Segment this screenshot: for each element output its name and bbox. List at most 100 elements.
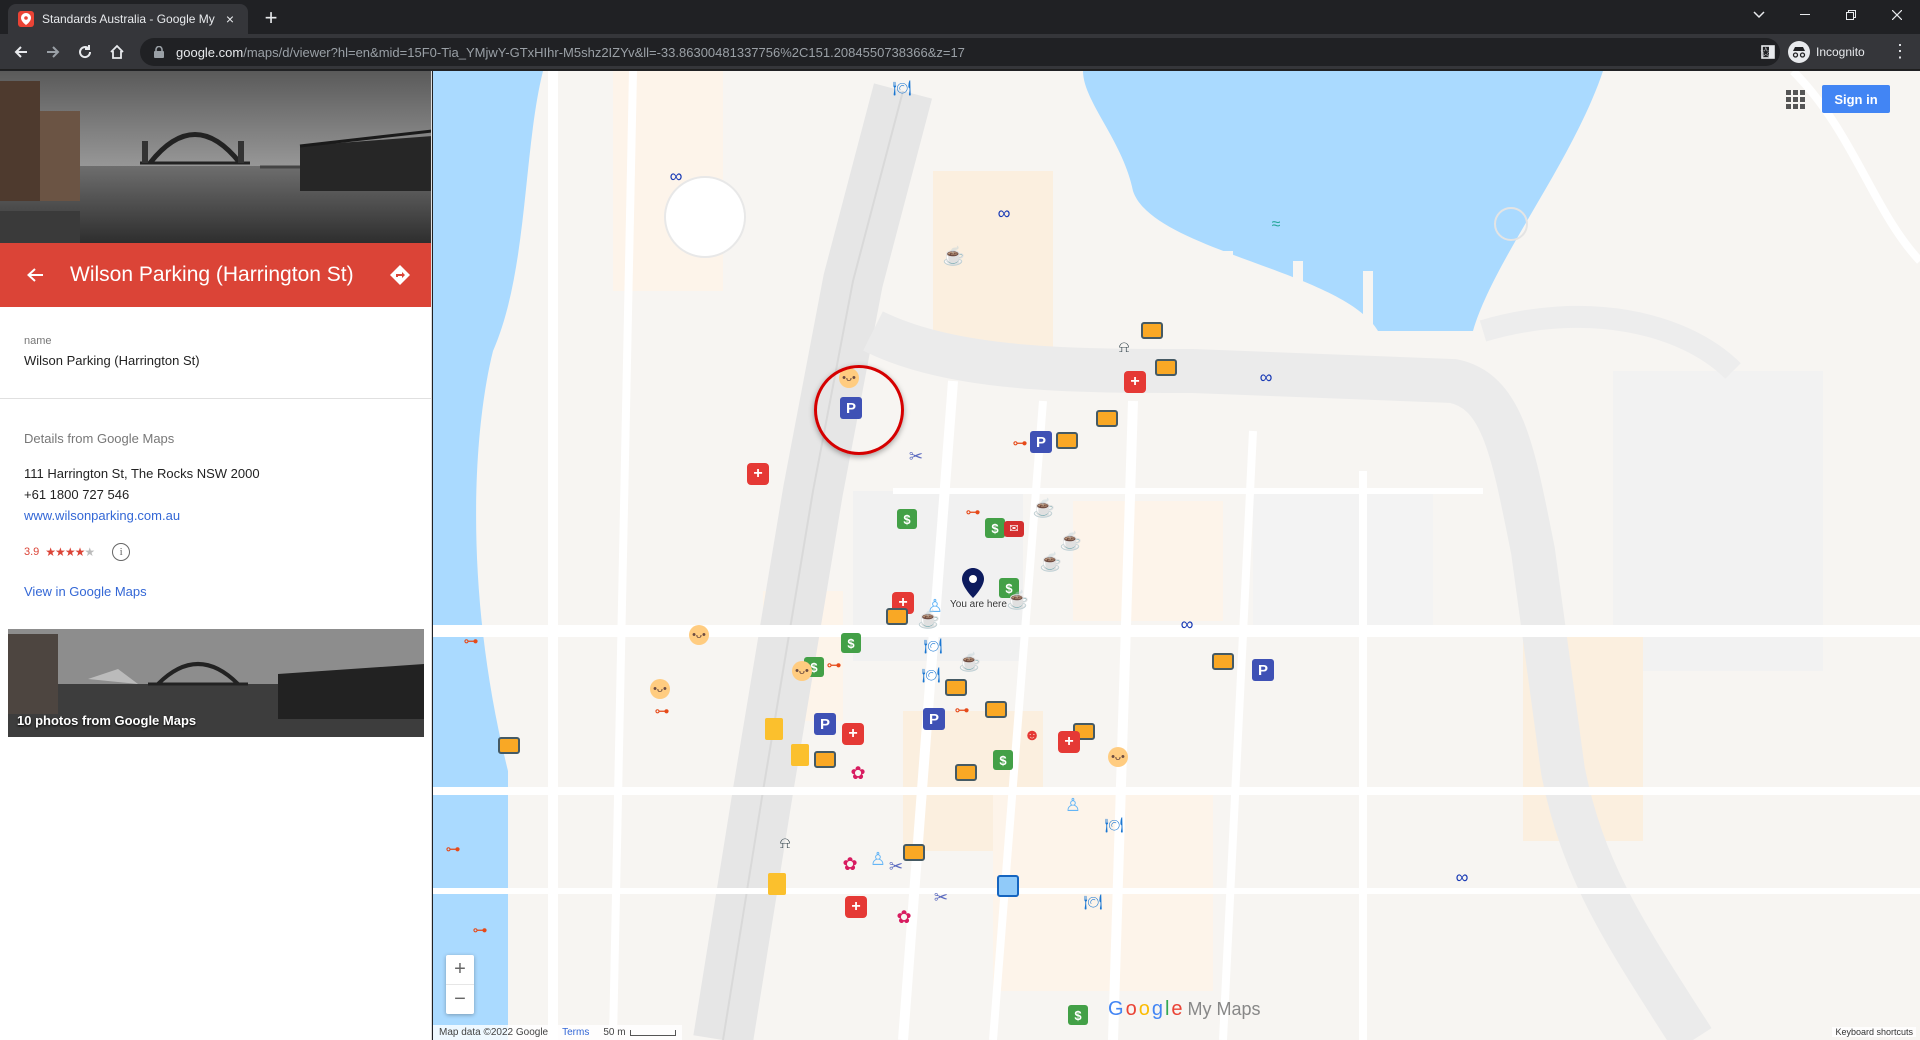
briefcase-icon[interactable] [1212, 653, 1234, 670]
restore-icon[interactable] [1828, 0, 1874, 30]
dentist-icon[interactable]: ♙ [1061, 793, 1085, 817]
mail-icon[interactable]: ✉ [1004, 521, 1024, 537]
gym-icon[interactable]: ⊶ [468, 918, 492, 942]
medical-icon[interactable]: + [845, 896, 867, 918]
place-hero-photo[interactable] [0, 71, 431, 243]
briefcase-icon[interactable] [1056, 432, 1078, 449]
florist-icon[interactable]: ✿ [846, 761, 870, 785]
tram-icon[interactable]: ⍾ [773, 832, 797, 856]
binoculars-icon[interactable]: ∞ [1175, 612, 1199, 636]
tram-icon[interactable]: ⍾ [1112, 336, 1136, 360]
scale-bar[interactable]: 50 m [603, 1027, 676, 1038]
parking-icon[interactable]: P [923, 708, 945, 730]
briefcase-icon[interactable] [955, 764, 977, 781]
gym-icon[interactable]: ⊶ [459, 629, 483, 653]
shopping-icon[interactable] [765, 718, 783, 740]
baby-icon[interactable]: •ᴗ• [650, 679, 670, 699]
briefcase-icon[interactable] [886, 608, 908, 625]
parking-icon[interactable]: P [1252, 659, 1274, 681]
restaurant-icon[interactable]: 🍽 [1102, 813, 1126, 837]
briefcase-icon[interactable] [498, 737, 520, 754]
back-arrow-icon[interactable] [8, 39, 34, 65]
zoom-out-button[interactable]: − [446, 985, 474, 1014]
gym-icon[interactable]: ⊶ [441, 837, 465, 861]
briefcase-icon[interactable] [1155, 359, 1177, 376]
cafe-icon[interactable]: ☕ [917, 607, 941, 631]
gym-icon[interactable]: ⊶ [822, 653, 846, 677]
florist-icon[interactable]: ✿ [838, 852, 862, 876]
gym-icon[interactable]: ⊶ [1008, 431, 1032, 455]
gym-icon[interactable]: ⊶ [961, 500, 985, 524]
baby-icon[interactable]: •ᴗ• [689, 625, 709, 645]
briefcase-icon[interactable] [1141, 322, 1163, 339]
tab-search-icon[interactable] [1736, 0, 1782, 30]
cafe-icon[interactable]: ☕ [1039, 550, 1063, 574]
apps-grid-icon[interactable] [1783, 87, 1807, 111]
shopping-icon[interactable] [768, 873, 786, 895]
medical-icon[interactable]: + [1058, 731, 1080, 753]
cash-icon[interactable]: $ [1068, 1005, 1088, 1025]
swimming-icon[interactable]: ≈ [1264, 213, 1288, 237]
zoom-in-button[interactable]: + [446, 955, 474, 984]
scissors-icon[interactable]: ✂ [904, 444, 928, 468]
new-tab-button[interactable]: + [258, 6, 284, 32]
you-are-here-pin-icon[interactable] [962, 568, 984, 598]
address-bar[interactable]: google.com/maps/d/viewer?hl=en&mid=15F0-… [140, 38, 1780, 66]
close-window-icon[interactable] [1874, 0, 1920, 30]
forward-arrow-icon[interactable] [40, 39, 66, 65]
reload-icon[interactable] [72, 39, 98, 65]
briefcase-icon[interactable] [903, 844, 925, 861]
map-canvas[interactable]: 🍽 ∞ ∞ ☕ ≈ ⍾ + ∞ •ᴗ• P ⊶ P ✂ + ⊶ ☕ $ $ ✉ … [433, 71, 1920, 1040]
medical-icon[interactable]: + [747, 463, 769, 485]
info-icon[interactable]: i [112, 543, 131, 561]
health-icon[interactable]: ☻ [1020, 724, 1044, 748]
briefcase-icon[interactable] [945, 679, 967, 696]
restaurant-icon[interactable]: 🍽 [919, 663, 943, 687]
parking-icon[interactable]: P [1030, 431, 1052, 453]
baby-icon[interactable]: •ᴗ• [792, 661, 812, 681]
binoculars-icon[interactable]: ∞ [1450, 865, 1474, 889]
cash-icon[interactable]: $ [993, 750, 1013, 770]
cafe-icon[interactable]: ☕ [1032, 496, 1056, 520]
view-in-google-maps-link[interactable]: View in Google Maps [24, 584, 147, 599]
cash-icon[interactable]: $ [985, 518, 1005, 538]
close-tab-icon[interactable]: × [222, 11, 238, 27]
website-link[interactable]: www.wilsonparking.com.au [24, 508, 180, 523]
cafe-icon[interactable]: ☕ [942, 244, 966, 268]
back-arrow-icon[interactable] [0, 243, 70, 307]
keyboard-shortcuts-link[interactable]: Keyboard shortcuts [1832, 1027, 1916, 1037]
cafe-icon[interactable]: ☕ [1006, 588, 1030, 612]
gym-icon[interactable]: ⊶ [950, 698, 974, 722]
binoculars-icon[interactable]: ∞ [992, 201, 1016, 225]
art-supplies-icon[interactable] [997, 875, 1019, 897]
briefcase-icon[interactable] [814, 751, 836, 768]
parking-icon[interactable]: P [814, 713, 836, 735]
shopping-icon[interactable] [791, 744, 809, 766]
home-icon[interactable] [104, 39, 130, 65]
scissors-icon[interactable]: ✂ [929, 885, 953, 909]
restaurant-icon[interactable]: 🍽 [1081, 890, 1105, 914]
restaurant-icon[interactable]: 🍽 [921, 634, 945, 658]
medical-icon[interactable]: + [1124, 371, 1146, 393]
baby-icon[interactable]: •ᴗ• [1108, 747, 1128, 767]
browser-menu-icon[interactable]: ⋮ [1890, 39, 1910, 65]
briefcase-icon[interactable] [1096, 410, 1118, 427]
photos-gallery[interactable]: 10 photos from Google Maps [8, 629, 424, 737]
sign-in-button[interactable]: Sign in [1822, 85, 1890, 113]
terms-link[interactable]: Terms [562, 1027, 589, 1038]
gym-icon[interactable]: ⊶ [650, 699, 674, 723]
directions-icon[interactable] [368, 243, 431, 307]
minimize-icon[interactable] [1782, 0, 1828, 30]
briefcase-icon[interactable] [985, 701, 1007, 718]
medical-icon[interactable]: + [842, 723, 864, 745]
incognito-profile[interactable]: Incognito [1788, 39, 1865, 65]
cash-icon[interactable]: $ [897, 509, 917, 529]
restaurant-icon[interactable]: 🍽 [890, 76, 914, 100]
binoculars-icon[interactable]: ∞ [664, 164, 688, 188]
cafe-icon[interactable]: ☕ [958, 650, 982, 674]
cash-icon[interactable]: $ [841, 633, 861, 653]
binoculars-icon[interactable]: ∞ [1254, 365, 1278, 389]
browser-tab[interactable]: Standards Australia - Google My × [8, 4, 248, 34]
side-panel-icon[interactable] [1756, 40, 1780, 64]
florist-icon[interactable]: ✿ [892, 905, 916, 929]
